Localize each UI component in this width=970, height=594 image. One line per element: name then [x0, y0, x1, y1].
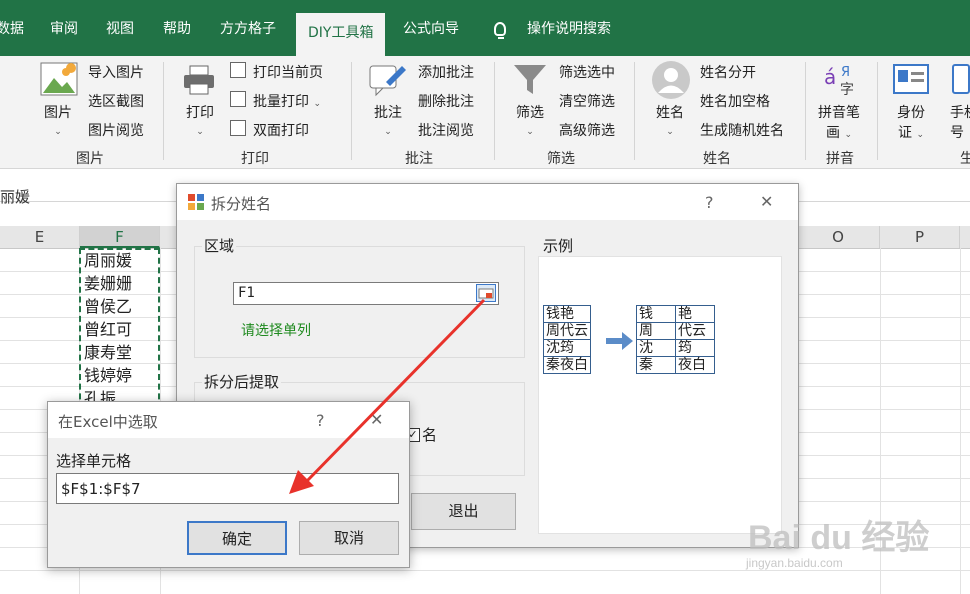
baidu-watermark-url: jingyan.baidu.com: [746, 556, 843, 570]
baidu-watermark: Bai du 经验: [748, 519, 930, 557]
annotation-arrow: [289, 298, 486, 494]
